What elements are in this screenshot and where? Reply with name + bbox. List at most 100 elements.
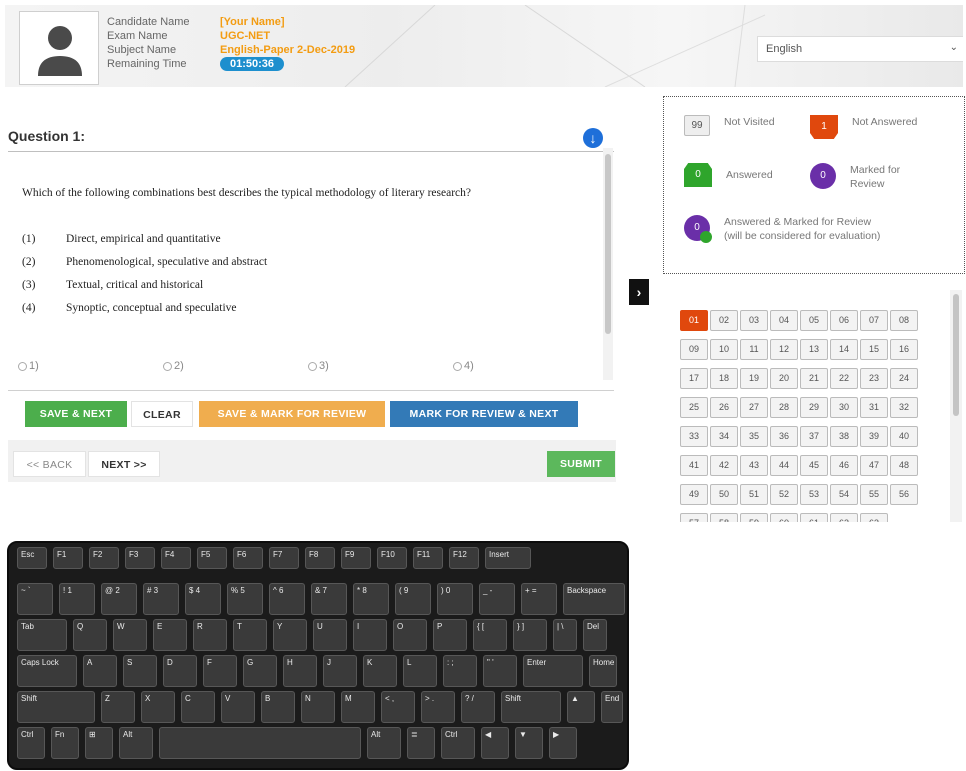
question-button-19[interactable]: 19 [740,368,768,389]
question-scrollbar[interactable] [603,148,613,380]
question-button-35[interactable]: 35 [740,426,768,447]
question-button-13[interactable]: 13 [800,339,828,360]
question-button-59[interactable]: 59 [740,513,768,522]
answer-radio-3[interactable]: 3) [308,360,453,372]
question-button-27[interactable]: 27 [740,397,768,418]
question-button-38[interactable]: 38 [830,426,858,447]
question-button-14[interactable]: 14 [830,339,858,360]
marked-label: Marked for Review [850,164,901,190]
question-button-55[interactable]: 55 [860,484,888,505]
question-button-18[interactable]: 18 [710,368,738,389]
keyboard-row: Caps Lock A S D F G H J K L: ; " ' Enter Home [17,655,617,687]
question-button-39[interactable]: 39 [860,426,888,447]
question-button-60[interactable]: 60 [770,513,798,522]
question-button-42[interactable]: 42 [710,455,738,476]
keyboard-key: ▶ [549,727,577,759]
question-grid: 01 02 03 04 05 06 07 08 09 10 11 12 13 14 15 16 17 18 19 20… [680,310,918,522]
answer-radio-1[interactable]: 1) [18,360,163,372]
question-button-10[interactable]: 10 [710,339,738,360]
question-button-22[interactable]: 22 [830,368,858,389]
question-button-57[interactable]: 57 [680,513,708,522]
question-button-02[interactable]: 02 [710,310,738,331]
question-button-62[interactable]: 62 [830,513,858,522]
keyboard-key: Fn [51,727,79,759]
question-button-58[interactable]: 58 [710,513,738,522]
question-button-15[interactable]: 15 [860,339,888,360]
question-button-29[interactable]: 29 [800,397,828,418]
question-button-44[interactable]: 44 [770,455,798,476]
question-button-03[interactable]: 03 [740,310,768,331]
save-next-button[interactable]: SAVE & NEXT [25,401,127,427]
question-button-01[interactable]: 01 [680,310,708,331]
question-button-33[interactable]: 33 [680,426,708,447]
question-button-41[interactable]: 41 [680,455,708,476]
question-button-30[interactable]: 30 [830,397,858,418]
question-button-50[interactable]: 50 [710,484,738,505]
scroll-down-icon[interactable]: ↓ [583,128,603,148]
question-button-17[interactable]: 17 [680,368,708,389]
save-mark-review-button[interactable]: SAVE & MARK FOR REVIEW [199,401,385,427]
answered-marked-text: Answered & Marked for Review (will be co… [724,215,964,243]
scrollbar-thumb[interactable] [605,154,611,334]
question-button-25[interactable]: 25 [680,397,708,418]
keyboard-key: X [141,691,175,723]
question-button-53[interactable]: 53 [800,484,828,505]
question-button-47[interactable]: 47 [860,455,888,476]
question-button-11[interactable]: 11 [740,339,768,360]
question-button-24[interactable]: 24 [890,368,918,389]
question-button-21[interactable]: 21 [800,368,828,389]
answer-radio-2[interactable]: 2) [163,360,308,372]
subject-name: English-Paper 2-Dec-2019 [220,44,356,56]
option-number: (3) [22,279,36,291]
keyboard-key: ( 9 [395,583,431,615]
question-text: Which of the following combinations best… [22,187,471,199]
clear-button[interactable]: CLEAR [131,401,193,427]
question-button-06[interactable]: 06 [830,310,858,331]
radio-circle[interactable] [18,361,27,371]
next-button[interactable]: NEXT >> [88,451,160,477]
question-button-45[interactable]: 45 [800,455,828,476]
question-button-54[interactable]: 54 [830,484,858,505]
question-button-34[interactable]: 34 [710,426,738,447]
question-button-12[interactable]: 12 [770,339,798,360]
submit-button[interactable]: SUBMIT [547,451,615,477]
question-button-48[interactable]: 48 [890,455,918,476]
mark-review-next-button[interactable]: MARK FOR REVIEW & NEXT [390,401,578,427]
question-button-40[interactable]: 40 [890,426,918,447]
question-button-31[interactable]: 31 [860,397,888,418]
question-button-52[interactable]: 52 [770,484,798,505]
question-button-16[interactable]: 16 [890,339,918,360]
scrollbar-thumb[interactable] [953,294,959,416]
question-button-08[interactable]: 08 [890,310,918,331]
question-button-61[interactable]: 61 [800,513,828,522]
question-button-28[interactable]: 28 [770,397,798,418]
question-button-05[interactable]: 05 [800,310,828,331]
question-button-07[interactable]: 07 [860,310,888,331]
question-button-26[interactable]: 26 [710,397,738,418]
keyboard-key: Q [73,619,107,651]
question-button-51[interactable]: 51 [740,484,768,505]
palette-scrollbar[interactable] [950,290,962,522]
question-button-36[interactable]: 36 [770,426,798,447]
question-button-37[interactable]: 37 [800,426,828,447]
question-button-43[interactable]: 43 [740,455,768,476]
question-button-32[interactable]: 32 [890,397,918,418]
question-button-23[interactable]: 23 [860,368,888,389]
keyboard-key: Caps Lock [17,655,77,687]
answer-radio-4[interactable]: 4) [453,360,598,372]
radio-circle[interactable] [308,361,317,371]
question-button-20[interactable]: 20 [770,368,798,389]
back-button[interactable]: << BACK [13,451,86,477]
question-button-04[interactable]: 04 [770,310,798,331]
option-row: (3) Textual, critical and historical [22,279,267,302]
keyboard-key: ) 0 [437,583,473,615]
question-button-49[interactable]: 49 [680,484,708,505]
language-select[interactable]: English ⌄ [757,36,963,62]
radio-circle[interactable] [163,361,172,371]
question-button-63[interactable]: 63 [860,513,888,522]
radio-circle[interactable] [453,361,462,371]
question-button-46[interactable]: 46 [830,455,858,476]
question-button-56[interactable]: 56 [890,484,918,505]
question-button-09[interactable]: 09 [680,339,708,360]
collapse-panel-toggle[interactable]: › [629,279,649,305]
